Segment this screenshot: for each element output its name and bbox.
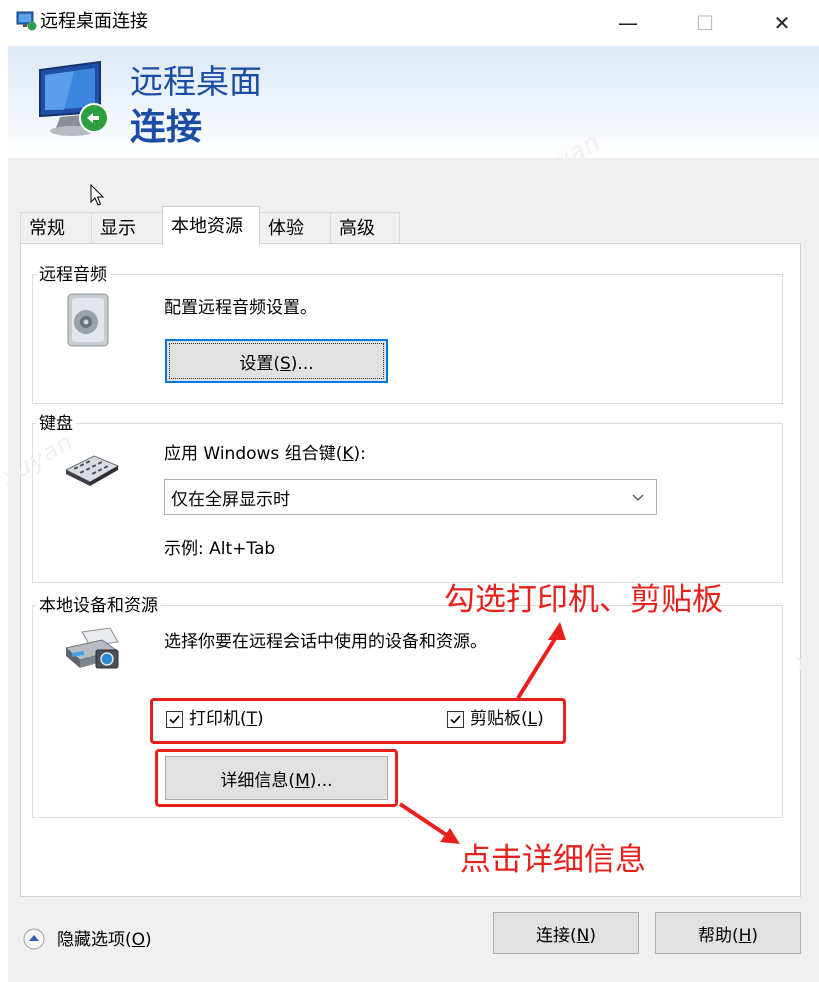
connect-button[interactable]: 连接(N) — [493, 912, 639, 954]
banner-title-line1: 远程桌面 — [130, 62, 262, 101]
maximize-icon: ☐ — [696, 11, 714, 35]
remote-audio-group — [32, 274, 783, 404]
local-devices-description: 选择你要在远程会话中使用的设备和资源。 — [164, 632, 487, 652]
remote-audio-description: 配置远程音频设置。 — [164, 298, 317, 318]
remote-desktop-app-icon — [16, 11, 38, 31]
annotation-arrow-up-icon — [500, 616, 580, 710]
remote-desktop-logo-icon — [34, 60, 114, 140]
minimize-button[interactable]: — — [598, 0, 658, 46]
annotation-click-hint: 点击详细信息 — [460, 842, 646, 878]
close-button[interactable]: ✕ — [752, 0, 812, 46]
close-icon: ✕ — [773, 11, 791, 35]
window-title: 远程桌面连接 — [40, 11, 148, 32]
annotation-arrow-down-icon — [392, 796, 472, 860]
details-highlight-box — [155, 749, 398, 807]
hide-options-link[interactable]: 隐藏选项(O) — [57, 928, 152, 952]
collapse-options-icon[interactable] — [23, 928, 45, 950]
maximize-button[interactable]: ☐ — [675, 0, 735, 46]
keyboard-example: 示例: Alt+Tab — [164, 539, 276, 559]
mouse-cursor-icon — [90, 183, 106, 212]
speaker-icon — [64, 292, 114, 354]
tab-display[interactable]: 显示 — [91, 212, 163, 243]
tab-general[interactable]: 常规 — [20, 212, 92, 243]
audio-settings-button[interactable]: 设置(S)... — [165, 339, 388, 383]
chevron-down-icon — [632, 489, 644, 509]
apply-windows-keys-label: 应用 Windows 组合键(K): — [164, 444, 366, 464]
local-devices-group-label: 本地设备和资源 — [36, 595, 161, 617]
connect-button-label: 连接(N) — [536, 925, 596, 946]
tab-local-resources[interactable]: 本地资源 — [162, 206, 260, 245]
tab-advanced[interactable]: 高级 — [330, 212, 400, 243]
banner-title-line2: 连接 — [130, 107, 203, 148]
help-button[interactable]: 帮助(H) — [655, 912, 801, 954]
minimize-icon: — — [618, 11, 638, 35]
printer-camera-icon — [62, 627, 124, 678]
help-button-label: 帮助(H) — [697, 925, 759, 946]
remote-audio-group-label: 远程音频 — [36, 264, 110, 286]
audio-settings-label: 设置(S)... — [239, 353, 314, 374]
windows-keys-dropdown[interactable]: 仅在全屏显示时 — [164, 479, 657, 515]
annotation-select-hint: 勾选打印机、剪贴板 — [444, 582, 723, 618]
tab-experience[interactable]: 体验 — [259, 212, 331, 243]
windows-keys-selected: 仅在全屏显示时 — [171, 489, 290, 510]
